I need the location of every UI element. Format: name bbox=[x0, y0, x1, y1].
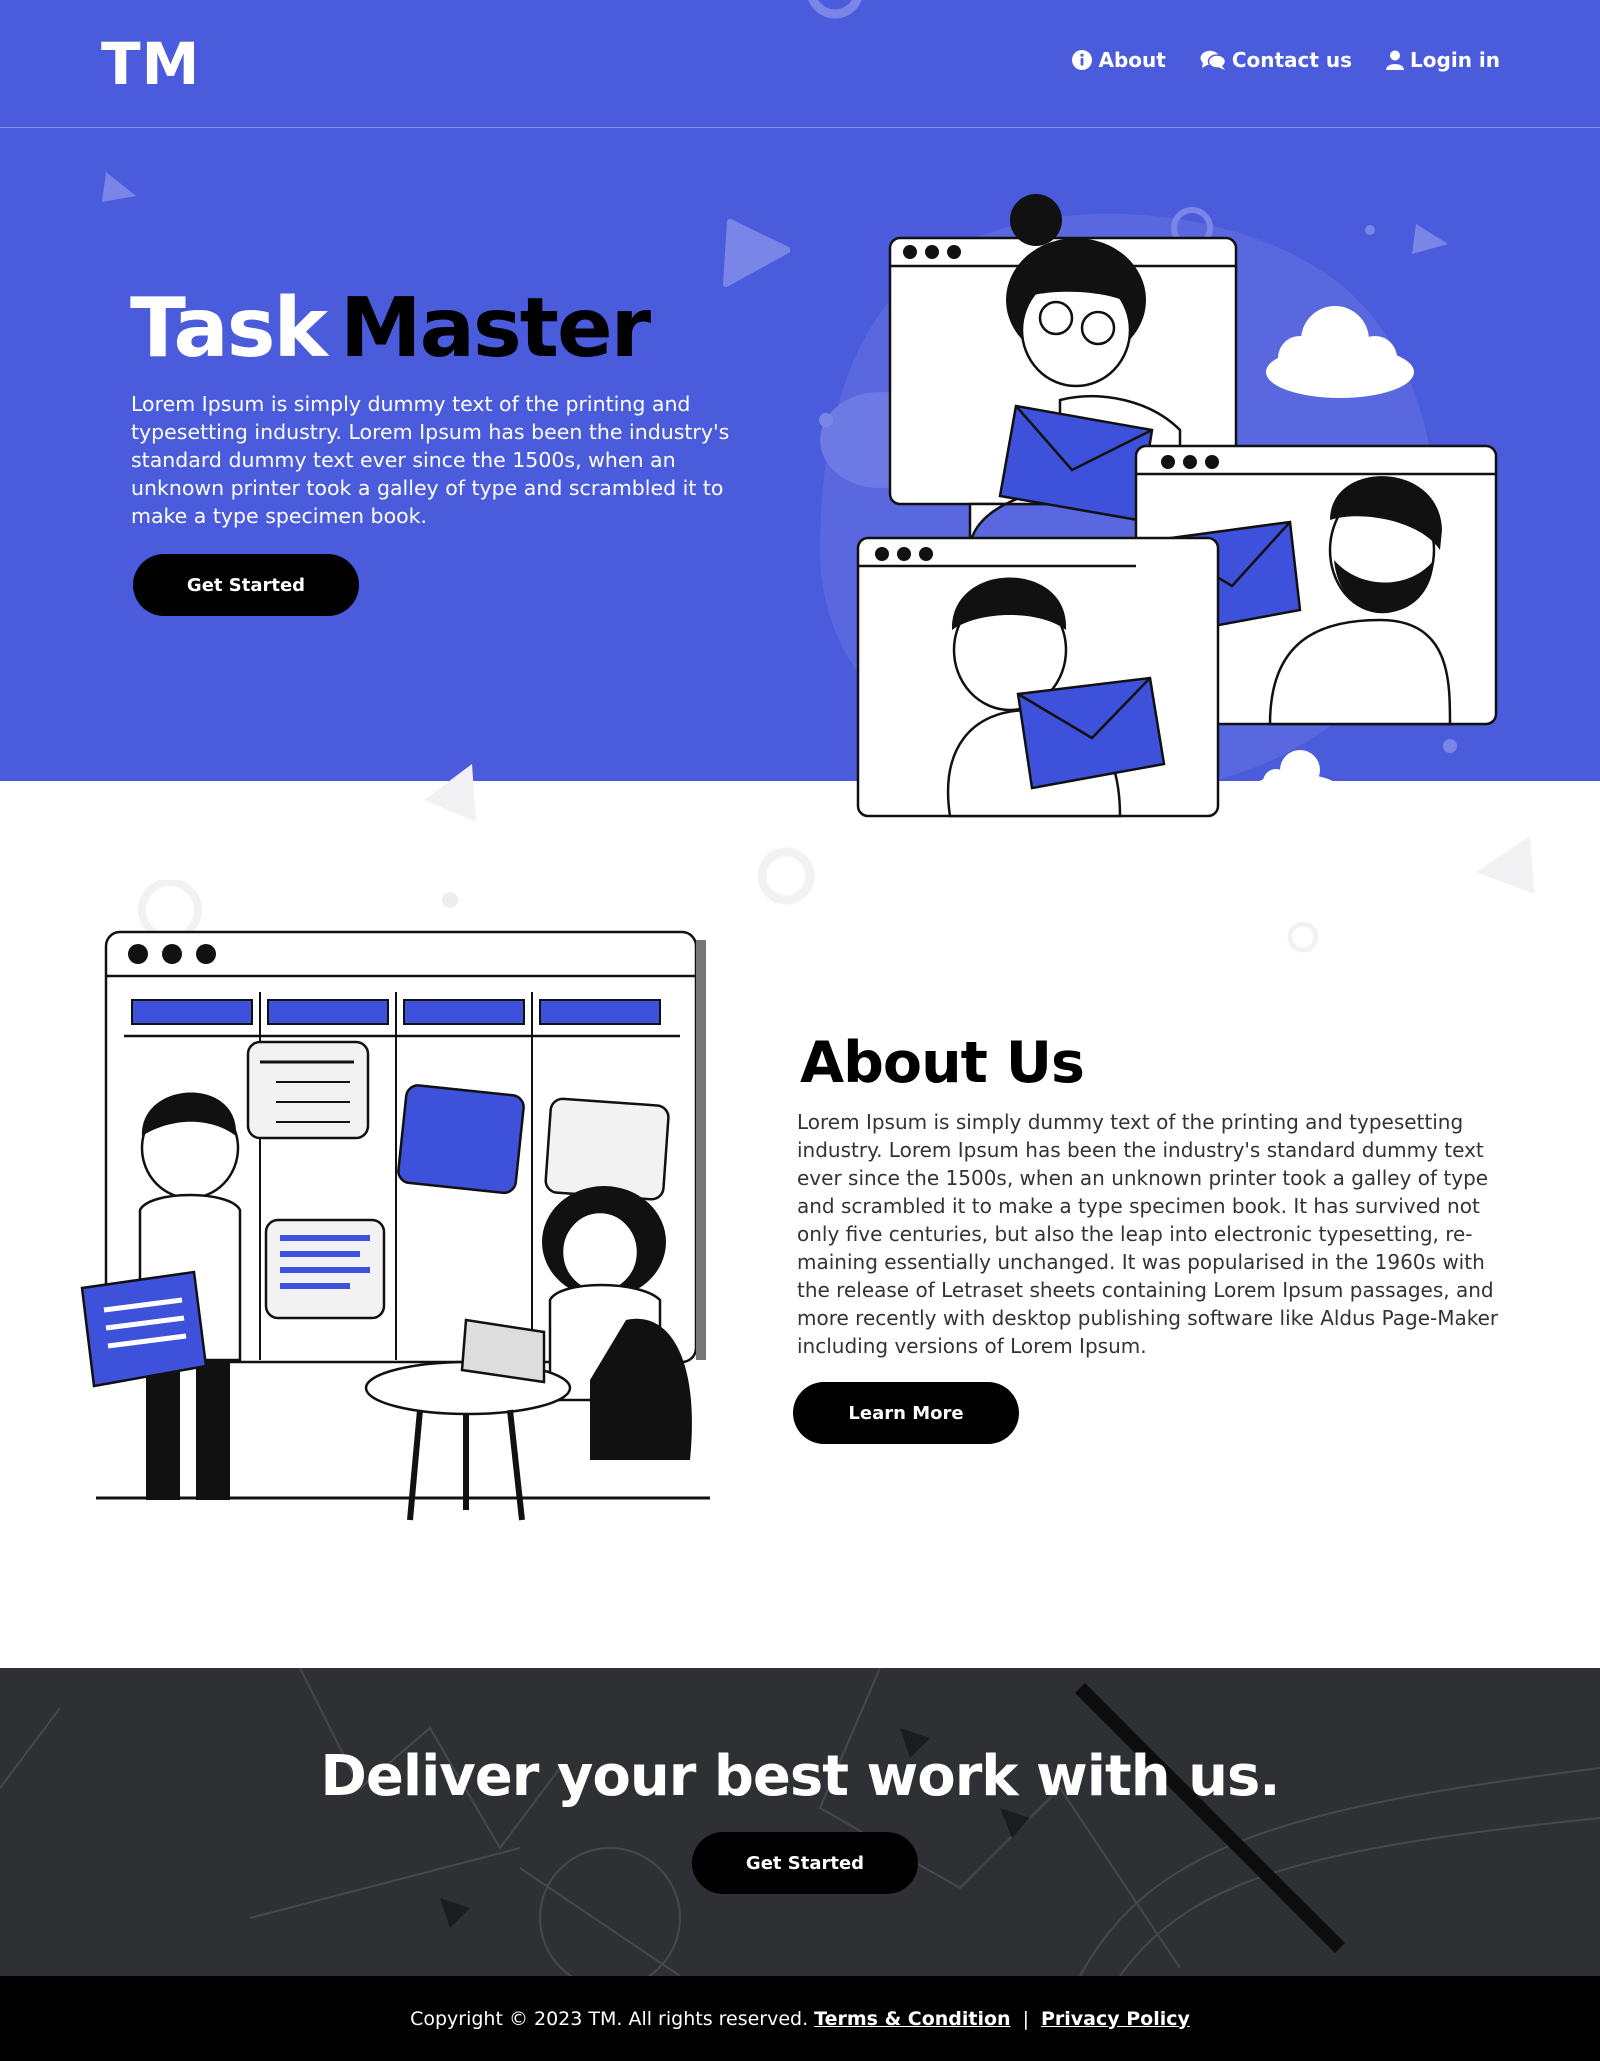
nav-login-label: Login in bbox=[1410, 48, 1500, 72]
hero-description: Lorem Ipsum is simply dummy text of the … bbox=[131, 392, 730, 528]
main-nav: About Contact us Login in bbox=[1072, 48, 1500, 72]
nav-contact-label: Contact us bbox=[1231, 48, 1353, 72]
hero-title: Task Master bbox=[130, 288, 651, 370]
nav-about[interactable]: About bbox=[1072, 48, 1166, 72]
cta-get-started-button[interactable]: Get Started bbox=[692, 1832, 918, 1894]
terms-link[interactable]: Terms & Condition bbox=[814, 2008, 1010, 2030]
decor-triangle-icon bbox=[723, 219, 790, 287]
decor-triangle-icon bbox=[424, 764, 476, 822]
logo[interactable]: TM bbox=[101, 30, 200, 98]
nav-contact[interactable]: Contact us bbox=[1200, 48, 1352, 72]
about-illustration bbox=[80, 880, 710, 1521]
cta-title: Deliver your best work with us. bbox=[320, 1744, 1280, 1809]
decor-circle-icon bbox=[1287, 921, 1319, 953]
blueprint-background bbox=[0, 1668, 1600, 1976]
learn-more-button[interactable]: Learn More bbox=[793, 1382, 1019, 1444]
copyright-text: Copyright © 2023 TM. All rights reserved… bbox=[410, 2007, 809, 2030]
info-icon bbox=[1072, 50, 1093, 70]
cta-section: Deliver your best work with us. Get Star… bbox=[0, 1668, 1600, 1976]
about-title: About Us bbox=[800, 1030, 1085, 1096]
footer-separator: | bbox=[1022, 2007, 1029, 2030]
site-footer: Copyright © 2023 TM. All rights reserved… bbox=[0, 1976, 1600, 2061]
hero-get-started-button[interactable]: Get Started bbox=[133, 554, 359, 616]
user-icon bbox=[1386, 50, 1405, 70]
chat-icon bbox=[1200, 50, 1226, 70]
decor-circle-icon bbox=[757, 847, 815, 905]
decor-triangle-icon bbox=[102, 172, 136, 202]
about-description: Lorem Ipsum is simply dummy text of the … bbox=[797, 1110, 1499, 1358]
hero-title-part1: Task bbox=[130, 281, 328, 376]
nav-login[interactable]: Login in bbox=[1386, 48, 1500, 72]
hero-title-part2: Master bbox=[340, 281, 651, 376]
hero-illustration bbox=[819, 194, 1498, 818]
decor-triangle-icon bbox=[1476, 836, 1534, 894]
privacy-link[interactable]: Privacy Policy bbox=[1041, 2008, 1190, 2030]
site-header: TM About Contact us Login in bbox=[0, 0, 1600, 128]
nav-about-label: About bbox=[1098, 48, 1166, 72]
